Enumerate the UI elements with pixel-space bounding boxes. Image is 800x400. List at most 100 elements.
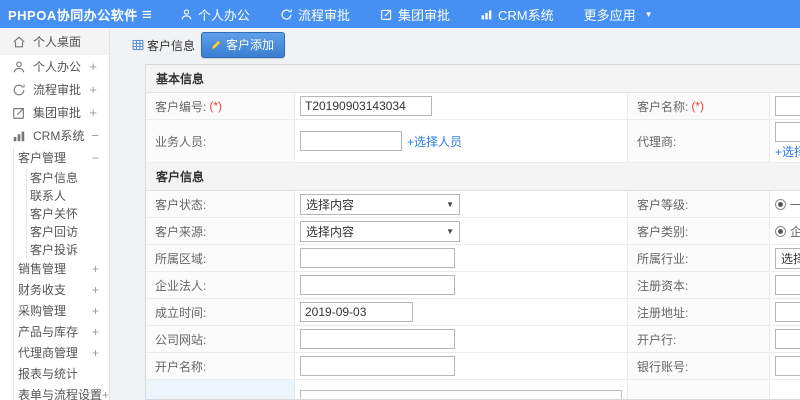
status-select[interactable]: 选择内容 ▼ [300, 193, 460, 215]
field-customer-no [295, 93, 628, 120]
field-website [295, 326, 628, 353]
tab-customer-info[interactable]: 客户信息 [132, 37, 195, 54]
remark-textarea[interactable] [300, 390, 622, 399]
section-header-basic-info: 基本信息 [146, 65, 800, 93]
nav-group-approval[interactable]: 集团审批 [380, 5, 450, 24]
field-label-source: 客户来源: [146, 218, 295, 245]
field-remark [295, 380, 628, 399]
sidebar-item-customer-visit[interactable]: 客户回访 [27, 222, 109, 240]
field-label-status: 客户状态: [146, 191, 295, 218]
sidebar-item-finance[interactable]: 财务收支 + [14, 279, 109, 300]
sidebar-item-reports-stats[interactable]: 报表与统计 [14, 363, 109, 384]
field-bank [770, 326, 800, 353]
sidebar-item-customer-care[interactable]: 客户关怀 [27, 204, 109, 222]
bar-chart-icon [13, 131, 25, 141]
expand-plus-icon[interactable]: + [92, 262, 99, 276]
sidebar-item-products-inventory[interactable]: 产品与库存 + [14, 321, 109, 342]
sidebar-item-customer-mgmt[interactable]: 客户管理 − [14, 147, 109, 168]
required-mark: (*) [691, 99, 705, 113]
field-label-reg-address: 注册地址: [628, 299, 770, 326]
field-label-level: 客户等级: [628, 191, 770, 218]
expand-plus-icon[interactable]: + [89, 105, 97, 120]
field-type: 企业 [770, 218, 800, 245]
field-label-bank-account: 银行账号: [628, 353, 770, 380]
caret-down-icon: ▼ [644, 9, 653, 19]
sidebar-item-purchase-mgmt[interactable]: 采购管理 + [14, 300, 109, 321]
cycle-arrow-icon [13, 83, 25, 95]
field-label-sales-person: 业务人员: [146, 120, 295, 163]
sidebar-item-workflow-approval[interactable]: 流程审批 + [0, 78, 109, 101]
main-content: 客户信息 客户添加 基本信息 客户编号:(*) 客户名称:( [110, 28, 800, 400]
source-select[interactable]: 选择内容 ▼ [300, 220, 460, 242]
reg-address-input[interactable] [775, 302, 800, 322]
capital-input[interactable] [775, 275, 800, 295]
field-industry: 选择内容▼ [770, 245, 800, 272]
customer-name-input[interactable] [775, 96, 800, 116]
person-icon [180, 8, 193, 21]
level-radio[interactable] [775, 198, 786, 210]
field-label-capital: 注册资本: [628, 272, 770, 299]
expand-plus-icon[interactable]: + [89, 82, 97, 97]
expand-plus-icon[interactable]: + [92, 283, 99, 297]
select-agent-link[interactable]: +选择代理商 [775, 143, 800, 160]
collapse-minus-icon[interactable]: − [91, 128, 99, 143]
field-label-type: 客户类别: [628, 218, 770, 245]
tab-bar: 客户信息 客户添加 [110, 28, 800, 62]
nav-personal-office[interactable]: 个人办公 [180, 5, 250, 24]
region-input[interactable] [300, 248, 455, 268]
expand-plus-icon[interactable]: + [92, 304, 99, 318]
expand-plus-icon[interactable]: + [92, 346, 99, 360]
select-person-link[interactable]: +选择人员 [407, 133, 462, 150]
customer-no-input[interactable] [300, 96, 432, 116]
field-source: 选择内容 ▼ [295, 218, 628, 245]
expand-plus-icon[interactable]: + [102, 388, 109, 400]
pencil-add-icon [211, 39, 221, 49]
nav-crm-system[interactable]: CRM系统 [480, 5, 554, 24]
collapse-minus-icon[interactable]: − [92, 151, 99, 165]
sales-person-input[interactable] [300, 131, 402, 151]
sidebar-item-personal-office[interactable]: 个人办公 + [0, 55, 109, 78]
sidebar-item-customer-complaint[interactable]: 客户投诉 [27, 240, 109, 258]
top-navbar: PHPOA协同办公软件 ≡ 个人办公 流程审批 集团审批 CRM系统 更多应用 … [0, 0, 800, 28]
customer-mgmt-submenu: 客户信息 联系人 客户关怀 客户回访 客户投诉 [26, 168, 109, 258]
industry-select[interactable]: 选择内容▼ [775, 247, 800, 269]
sidebar-item-form-workflow-settings[interactable]: 表单与流程设置 + [14, 384, 109, 400]
customer-add-form-panel: 基本信息 客户编号:(*) 客户名称:(*) 业务人员: [145, 64, 800, 400]
sidebar-item-contacts[interactable]: 联系人 [27, 186, 109, 204]
field-label-customer-no: 客户编号: (*) [146, 93, 295, 120]
founded-date-input[interactable] [300, 302, 413, 322]
sidebar-item-agent-mgmt[interactable]: 代理商管理 + [14, 342, 109, 363]
sidebar-item-desktop[interactable]: 个人桌面 [0, 28, 109, 55]
hamburger-menu-icon[interactable]: ≡ [142, 6, 152, 23]
field-capital [770, 272, 800, 299]
website-input[interactable] [300, 329, 455, 349]
home-icon [13, 35, 25, 47]
grid-table-icon [132, 39, 144, 51]
field-region [295, 245, 628, 272]
sidebar: 个人桌面 个人办公 + 流程审批 + 集团审批 + CRM系统 − 客户管理 −… [0, 28, 110, 400]
field-label-account-name: 开户名称: [146, 353, 295, 380]
type-radio[interactable] [775, 225, 786, 237]
nav-more-apps[interactable]: 更多应用 ▼ [584, 5, 653, 24]
nav-workflow-approval[interactable]: 流程审批 [280, 5, 350, 24]
field-label-legal-person: 企业法人: [146, 272, 295, 299]
tab-customer-add[interactable]: 客户添加 [201, 32, 286, 58]
edit-icon [380, 8, 393, 21]
expand-plus-icon[interactable]: + [89, 59, 97, 74]
app-logo: PHPOA协同办公软件 [8, 7, 138, 23]
sidebar-item-group-approval[interactable]: 集团审批 + [0, 101, 109, 124]
legal-person-input[interactable] [300, 275, 455, 295]
sidebar-item-crm-system[interactable]: CRM系统 − [0, 124, 109, 147]
crm-submenu: 客户管理 − 客户信息 联系人 客户关怀 客户回访 客户投诉 销售管理 + 财务… [13, 147, 109, 400]
bank-input[interactable] [775, 329, 800, 349]
agent-input[interactable] [775, 122, 800, 142]
bank-account-input[interactable] [775, 356, 800, 376]
field-reg-address [770, 299, 800, 326]
person-icon [13, 61, 25, 72]
sidebar-item-sales-mgmt[interactable]: 销售管理 + [14, 258, 109, 279]
account-name-input[interactable] [300, 356, 455, 376]
sidebar-item-customer-info[interactable]: 客户信息 [27, 168, 109, 186]
section-header-customer-info: 客户信息 [146, 163, 800, 191]
expand-plus-icon[interactable]: + [92, 325, 99, 339]
field-label-bank: 开户行: [628, 326, 770, 353]
